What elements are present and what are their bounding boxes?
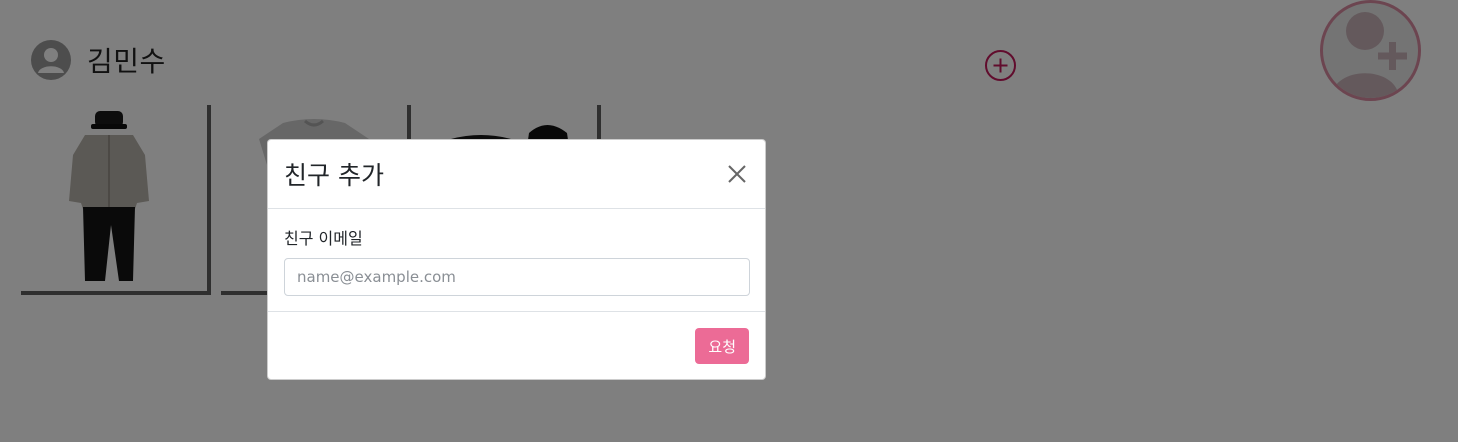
add-friend-modal: 친구 추가 친구 이메일 요청	[267, 139, 766, 380]
close-icon	[728, 165, 746, 183]
email-field[interactable]	[284, 258, 750, 296]
modal-title: 친구 추가	[284, 161, 384, 190]
close-button[interactable]	[725, 162, 749, 186]
modal-footer: 요청	[268, 312, 765, 380]
modal-header: 친구 추가	[268, 140, 765, 209]
request-button[interactable]: 요청	[695, 328, 749, 364]
email-field-label: 친구 이메일	[284, 229, 363, 248]
modal-body: 친구 이메일	[268, 209, 765, 312]
